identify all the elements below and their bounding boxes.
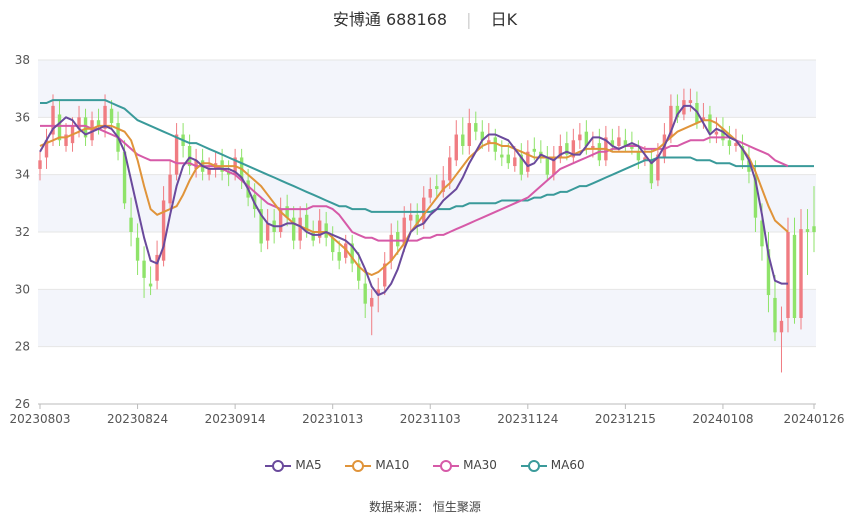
y-tick-label: 32 <box>15 225 30 239</box>
y-tick-label: 36 <box>15 110 30 124</box>
y-tick-label: 30 <box>15 282 30 296</box>
candle-body <box>57 114 62 141</box>
legend-item-ma10[interactable]: MA10 <box>345 458 409 473</box>
chart-legend: MA5 MA10 MA30 MA60 <box>0 458 850 473</box>
candle-body <box>174 134 179 175</box>
candle-body <box>773 297 777 333</box>
candle-body <box>142 260 146 278</box>
candle-body <box>545 157 550 175</box>
grid-band <box>38 289 816 347</box>
x-tick-label: 20230914 <box>205 412 266 426</box>
legend-label-ma60: MA60 <box>550 458 585 472</box>
candle-body <box>513 157 517 167</box>
ma60-legend-icon <box>520 459 547 472</box>
candle-body <box>337 252 341 261</box>
data-source: 数据来源： 恒生聚源 <box>0 498 850 515</box>
legend-label-ma5: MA5 <box>295 458 322 472</box>
candle-body <box>532 148 537 152</box>
candle-body <box>422 197 426 224</box>
y-tick-label: 28 <box>15 340 30 354</box>
candle-body <box>461 134 465 146</box>
candle-body <box>265 223 270 241</box>
candle-body <box>428 189 432 198</box>
candle-body <box>792 234 797 318</box>
candle-body <box>129 217 133 232</box>
x-tick-label: 20230824 <box>107 412 168 426</box>
grid-band <box>38 60 816 118</box>
ma10-legend-icon <box>345 459 372 472</box>
legend-item-ma60[interactable]: MA60 <box>520 458 585 473</box>
grid-band <box>38 174 816 232</box>
legend-label-ma10: MA10 <box>375 458 410 472</box>
x-tick-label: 20231103 <box>400 412 461 426</box>
candle-body <box>109 108 114 124</box>
candle-body <box>812 226 816 232</box>
legend-label-ma30: MA30 <box>463 458 497 472</box>
candle-body <box>786 232 790 318</box>
kline-chart: 26 28 30 32 34 36 38 20230803 20230824 20230914 20… <box>9 53 844 426</box>
x-tick-label: 20231215 <box>595 412 656 426</box>
candle-body <box>805 229 810 232</box>
x-tick-label: 20231124 <box>497 412 558 426</box>
candle-body <box>617 137 621 146</box>
source-name: 恒生聚源 <box>432 500 481 514</box>
x-tick-label: 20231013 <box>302 412 363 426</box>
candle-body <box>324 223 328 238</box>
candle-body <box>474 123 478 132</box>
candle-body <box>148 283 153 287</box>
candle-body <box>636 151 641 161</box>
y-tick-label: 34 <box>15 168 30 182</box>
candle-body <box>454 134 458 161</box>
candle-body <box>727 140 732 146</box>
candle-body <box>688 100 693 103</box>
candle-body <box>779 320 784 333</box>
candle-body <box>396 232 400 247</box>
candle-body <box>435 186 439 189</box>
candle-body <box>799 229 803 318</box>
candle-body <box>409 214 413 221</box>
y-tick-label: 26 <box>15 397 30 411</box>
legend-item-ma30[interactable]: MA30 <box>433 458 497 473</box>
candle-body <box>500 154 504 158</box>
candle-body <box>734 143 738 146</box>
candle-body <box>298 217 302 241</box>
candle-body <box>448 157 452 181</box>
candle-body <box>467 123 471 146</box>
x-tick-label: 20230803 <box>9 412 70 426</box>
candle-body <box>389 234 393 261</box>
candle-body <box>38 160 42 169</box>
candle-body <box>135 237 140 261</box>
candle-body <box>363 283 367 304</box>
y-tick-label: 38 <box>15 53 30 67</box>
x-tick-label: 20240126 <box>783 412 844 426</box>
ma5-legend-icon <box>265 459 292 472</box>
legend-item-ma5[interactable]: MA5 <box>265 458 322 473</box>
source-label: 数据来源： <box>369 500 430 514</box>
candle-body <box>708 114 712 132</box>
candle-body <box>168 174 172 204</box>
candle-body <box>506 154 511 164</box>
candle-body <box>370 297 374 307</box>
candle-body <box>714 131 719 135</box>
ma30-legend-icon <box>433 459 460 472</box>
candle-body <box>578 134 582 141</box>
x-tick-label: 20240108 <box>692 412 753 426</box>
